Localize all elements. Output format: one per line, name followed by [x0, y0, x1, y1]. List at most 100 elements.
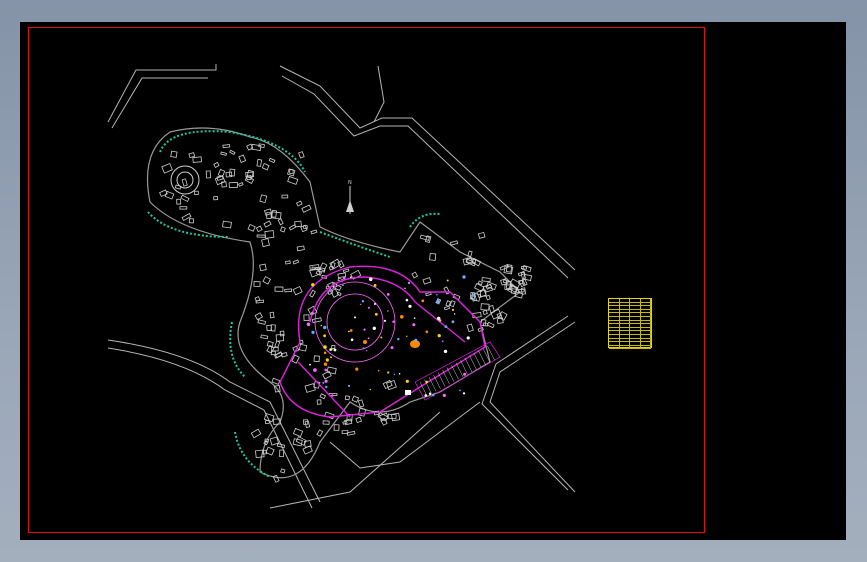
legend-cell	[630, 338, 641, 342]
building-footprint	[274, 286, 284, 292]
parking-stall-line	[442, 369, 450, 385]
building-footprint	[238, 182, 244, 187]
building-footprint	[164, 190, 175, 200]
building-footprint	[192, 156, 202, 163]
parking-stall-line	[451, 365, 459, 380]
plant-symbol	[323, 345, 327, 349]
central-zone-outline	[279, 265, 486, 418]
green-belt-south	[234, 431, 271, 478]
road-north-east-inner	[281, 75, 569, 279]
north-arrow: N	[346, 180, 354, 214]
legend-cell	[641, 331, 651, 334]
building-footprint	[346, 430, 356, 436]
building-clusters	[159, 143, 533, 483]
plant-symbol	[325, 385, 328, 389]
building-footprint	[466, 323, 474, 333]
plant-symbol	[324, 368, 328, 372]
building-footprint	[351, 395, 360, 403]
legend-cell	[641, 334, 651, 338]
parking-stall-line	[446, 367, 455, 382]
plant-symbol	[311, 330, 315, 334]
plant-symbol	[331, 348, 333, 351]
building-footprint	[333, 424, 340, 431]
building-footprint	[250, 428, 262, 439]
building-footprint	[225, 171, 233, 178]
plant-symbol	[405, 379, 409, 383]
building-footprint	[188, 152, 196, 159]
building-footprint	[331, 344, 336, 350]
legend-cell	[620, 324, 630, 327]
legend-cell	[630, 327, 641, 331]
legend-cell	[609, 302, 620, 306]
building-footprint	[301, 204, 312, 213]
legend-cell	[609, 342, 620, 345]
building-footprint	[287, 175, 299, 185]
building-footprint	[429, 252, 437, 261]
parking-stall-line	[460, 360, 468, 375]
building-footprint	[213, 161, 220, 168]
plant-symbol	[350, 276, 352, 278]
plant-symbol	[333, 348, 337, 352]
legend-cell	[641, 324, 651, 327]
plant-symbol	[421, 299, 425, 303]
building-footprint	[521, 265, 527, 270]
site-plan[interactable]: N	[20, 22, 846, 540]
legend-table[interactable]	[608, 298, 652, 350]
site-marker	[405, 390, 411, 395]
plant-symbol	[330, 356, 332, 359]
plant-symbol	[363, 328, 366, 331]
building-footprint	[274, 340, 281, 348]
building-footprint	[181, 178, 188, 187]
building-footprint	[292, 427, 304, 438]
building-footprint	[228, 182, 238, 189]
road-north-east	[279, 65, 576, 271]
building-footprint	[229, 149, 236, 155]
building-footprint	[256, 234, 266, 238]
plant-symbol	[311, 283, 315, 287]
building-footprint	[188, 218, 194, 224]
plant-symbol	[462, 275, 466, 279]
legend-cell	[620, 299, 630, 302]
plant-symbol	[442, 393, 446, 397]
building-footprint	[205, 170, 211, 179]
drawing-viewport[interactable]: N	[20, 22, 846, 540]
building-footprint	[247, 223, 256, 232]
building-footprint	[261, 238, 270, 248]
building-footprint	[170, 150, 178, 158]
road-top-left-inner	[111, 77, 208, 129]
building-footprint	[330, 261, 336, 268]
plant-symbol	[412, 323, 416, 327]
plant-symbol	[342, 284, 344, 286]
building-footprint	[481, 277, 491, 283]
building-footprint	[482, 309, 488, 316]
legend-cell	[609, 299, 620, 302]
plant-symbol	[360, 303, 362, 306]
plant-symbol	[414, 338, 418, 342]
building-footprint	[488, 305, 495, 314]
building-footprint	[254, 312, 263, 321]
building-footprint	[279, 449, 285, 458]
parking-stall-line	[478, 350, 486, 365]
building-footprint	[174, 184, 182, 190]
legend-cell	[609, 309, 620, 313]
plant-symbol	[309, 363, 311, 366]
plant-symbol	[413, 317, 416, 319]
plant-symbol	[392, 320, 395, 323]
building-footprint	[179, 206, 188, 210]
legend-cell	[620, 338, 630, 342]
legend-cell	[630, 345, 641, 349]
green-belt-west	[147, 211, 231, 238]
building-footprint	[269, 436, 280, 446]
building-footprint	[271, 209, 277, 218]
building-footprint	[443, 305, 451, 311]
building-footprint	[520, 271, 526, 280]
building-footprint	[298, 343, 308, 352]
plant-symbol	[350, 338, 354, 342]
legend-cell	[630, 309, 641, 313]
legend-cell	[641, 299, 651, 302]
plant-symbol	[459, 389, 461, 392]
legend-cell	[609, 345, 620, 349]
legend-cell	[630, 342, 641, 345]
plant-symbol	[310, 311, 314, 315]
plant-symbol	[323, 362, 328, 366]
